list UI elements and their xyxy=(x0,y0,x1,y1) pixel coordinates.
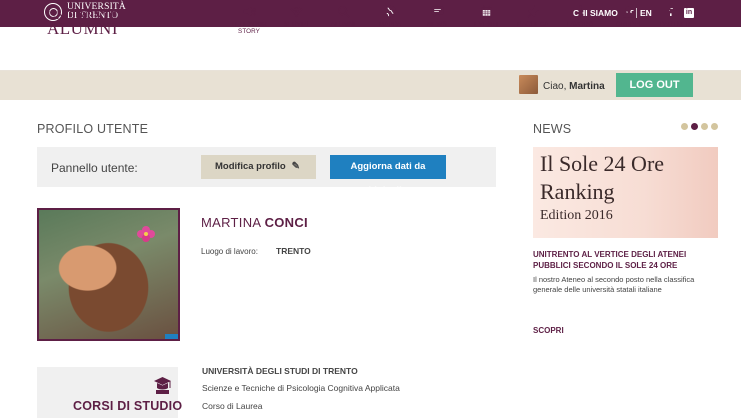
flower-icon xyxy=(137,226,155,242)
news-image-line3: Edition 2016 xyxy=(540,208,613,223)
carousel-dot[interactable] xyxy=(701,123,708,130)
nav-label: NEWS xyxy=(427,21,447,28)
news-summary: Il nostro Ateneo al secondo posto nella … xyxy=(533,275,695,294)
news-image-line2: Ranking xyxy=(540,179,615,204)
wifi-icon xyxy=(289,7,303,18)
nav-item-lavoro[interactable]: LAVORO xyxy=(555,5,605,28)
nav-label: EVENTI xyxy=(474,21,498,28)
news-section-title: NEWS xyxy=(533,122,572,136)
carousel-dot[interactable] xyxy=(711,123,718,130)
globe-icon xyxy=(384,5,396,18)
nav-label: GRUPPI xyxy=(615,21,641,28)
graduation-cap-icon xyxy=(154,377,171,394)
nav-item-news[interactable]: NEWS xyxy=(412,5,462,28)
nav-item-gruppi[interactable]: GRUPPI xyxy=(603,5,653,28)
photo-linkedin-badge xyxy=(165,334,178,339)
course-university: UNIVERSITÀ DEGLI STUDI DI TRENTO xyxy=(202,366,358,376)
nav-item-servizi[interactable]: SERVIZI xyxy=(271,5,321,28)
profile-name: MARTINA CONCI xyxy=(201,215,308,230)
chat-icon xyxy=(431,6,443,18)
news-read-more-link[interactable]: SCOPRI xyxy=(533,326,564,335)
work-location-label: Luogo di lavoro: xyxy=(201,247,258,256)
nav-label: MAPPA xyxy=(378,21,402,28)
profile-last-name: CONCI xyxy=(264,215,308,230)
nav-label: SERVIZI xyxy=(283,21,309,28)
courses-title: CORSI DI STUDIO xyxy=(73,399,183,413)
pin-icon xyxy=(526,5,539,18)
calendar-icon xyxy=(480,5,492,18)
brand-line2: ALUMNI xyxy=(47,19,118,38)
profile-first-name: MARTINA xyxy=(201,215,261,230)
tie-icon xyxy=(577,5,583,18)
nav-item-mappa[interactable]: MAPPA xyxy=(365,5,415,28)
greeting-name: Martina xyxy=(569,81,605,92)
nav-item-bacheca[interactable]: BACHECA xyxy=(508,5,558,28)
nav-label: LAVORO xyxy=(566,21,594,28)
profile-photo xyxy=(37,208,180,341)
user-icon xyxy=(622,6,634,18)
nav-label: BACHECA xyxy=(517,21,549,28)
carousel-dot[interactable] xyxy=(681,123,688,130)
work-location-value: TRENTO xyxy=(276,246,311,256)
nav-item-partner[interactable]: PARTNER xyxy=(650,5,700,28)
edit-profile-label: Modifica profilo xyxy=(215,161,286,172)
logout-button[interactable]: LOG OUT xyxy=(616,73,693,97)
nav-label: TELL YOUR STORY xyxy=(231,21,267,35)
edit-profile-button[interactable]: Modifica profilo ✎ xyxy=(201,155,316,179)
megaphone-icon xyxy=(243,6,256,17)
nav-item-eventi[interactable]: EVENTI xyxy=(461,5,511,28)
nav-item-alumni[interactable]: ALUMNI xyxy=(318,5,368,28)
course-type: Corso di Laurea xyxy=(202,401,263,411)
course-name: Scienze e Tecniche di Psicologia Cogniti… xyxy=(202,383,400,393)
nav-label: PARTNER xyxy=(659,21,691,28)
pencil-icon: ✎ xyxy=(291,161,300,172)
news-carousel-dots xyxy=(681,123,718,130)
news-image-line1: Il Sole 24 Ore xyxy=(540,151,665,176)
handshake-icon xyxy=(668,8,682,16)
profile-section-title: PROFILO UTENTE xyxy=(37,122,149,136)
news-headline[interactable]: UNITRENTO AL VERTICE DEGLI ATENEI PUBBLI… xyxy=(533,249,723,271)
user-panel-label: Pannello utente: xyxy=(51,161,138,175)
greeting-text: Ciao, Martina xyxy=(543,81,605,92)
greeting-prefix: Ciao, xyxy=(543,81,567,92)
linkedin-update-button[interactable]: Aggiorna dati da Linkedin xyxy=(330,155,446,196)
nav-item-tell-your-story[interactable]: TELL YOUR STORY xyxy=(224,5,274,35)
nav-label: ALUMNI xyxy=(330,21,356,28)
alumni-logo[interactable]: UNITRENTO ALUMNI xyxy=(47,9,120,37)
carousel-dot-active[interactable] xyxy=(691,123,698,130)
avatar[interactable] xyxy=(519,75,538,94)
search-icon xyxy=(337,6,350,18)
